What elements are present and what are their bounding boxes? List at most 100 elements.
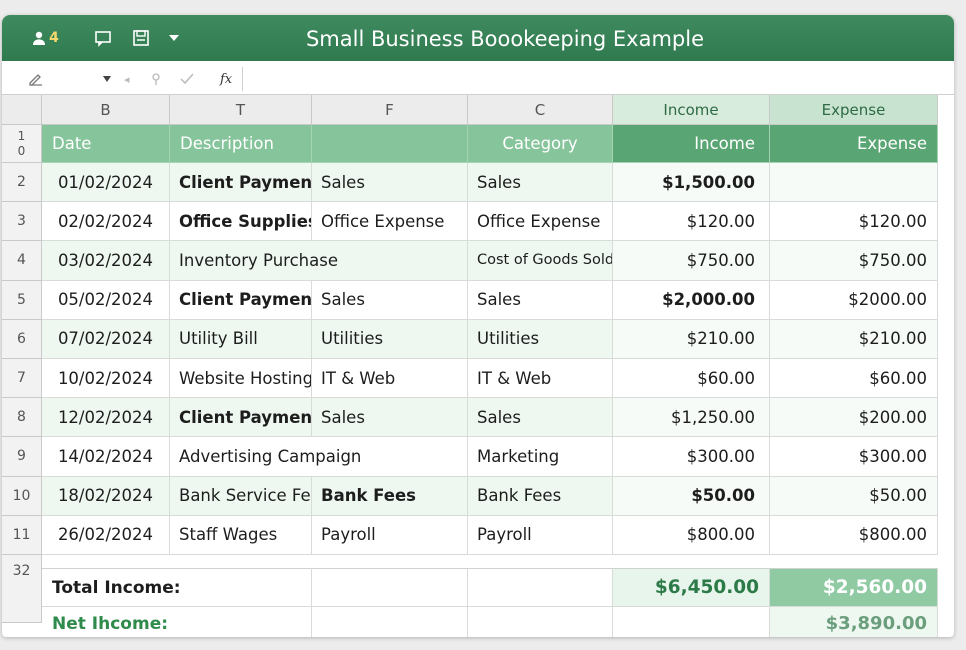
column-header-f[interactable]: F (312, 95, 468, 125)
type-cell[interactable]: Sales (312, 163, 468, 203)
total-expense-value[interactable]: $2,560.00 (770, 568, 938, 607)
income-cell[interactable]: $120.00 (613, 202, 770, 242)
row-header-7[interactable]: 7 (2, 359, 42, 399)
income-cell[interactable]: $300.00 (613, 437, 770, 477)
expense-cell[interactable]: $800.00 (770, 515, 938, 555)
total-empty-cell-f[interactable] (312, 568, 468, 607)
total-income-value[interactable]: $6,450.00 (613, 568, 770, 607)
nav-left-button[interactable]: ◂ (124, 69, 130, 89)
share-users-button[interactable]: 4 (28, 27, 62, 49)
net-income-label[interactable]: Net Ihcome: (42, 607, 312, 637)
name-box-dropdown[interactable] (102, 69, 112, 89)
date-cell[interactable]: 05/02/2024 (42, 280, 170, 320)
quick-access-dropdown[interactable] (164, 27, 184, 49)
total-empty-cell-c[interactable] (468, 568, 613, 607)
net-income-value[interactable]: $3,890.00 (770, 607, 938, 637)
confirm-edit-button[interactable] (180, 69, 194, 89)
row-header-2[interactable]: 2 (2, 163, 42, 203)
date-cell[interactable]: 10/02/2024 (42, 359, 170, 399)
category-cell[interactable]: Sales (468, 398, 613, 438)
header-expense[interactable]: Expense (770, 125, 938, 163)
type-cell[interactable]: IT & Web (312, 359, 468, 399)
income-cell[interactable]: $50.00 (613, 476, 770, 516)
select-all-corner[interactable] (2, 95, 42, 125)
type-cell[interactable]: Sales (312, 280, 468, 320)
category-cell[interactable]: Sales (468, 280, 613, 320)
category-cell[interactable]: Utilities (468, 319, 613, 359)
expense-cell[interactable]: $2000.00 (770, 280, 938, 320)
expense-cell[interactable]: $300.00 (770, 437, 938, 477)
row-header-3[interactable]: 3 (2, 202, 42, 242)
header-blank[interactable] (312, 125, 468, 163)
row-header-9[interactable]: 9 (2, 437, 42, 477)
category-cell[interactable]: IT & Web (468, 359, 613, 399)
type-cell[interactable]: Payroll (312, 515, 468, 555)
category-cell[interactable]: Sales (468, 163, 613, 203)
header-income[interactable]: Income (613, 125, 770, 163)
net-empty-cell-income[interactable] (613, 607, 770, 637)
row-header-6[interactable]: 6 (2, 319, 42, 359)
description-cell[interactable]: Utility Bill (170, 319, 312, 359)
date-cell[interactable]: 03/02/2024 (42, 241, 170, 281)
income-cell[interactable]: $800.00 (613, 515, 770, 555)
row-header-11[interactable]: 11 (2, 515, 42, 555)
row-header-8[interactable]: 8 (2, 398, 42, 438)
comment-button[interactable] (92, 27, 114, 49)
header-description[interactable]: Description (170, 125, 312, 163)
category-cell[interactable]: Office Expense (468, 202, 613, 242)
insert-function-button[interactable]: fx (220, 69, 232, 89)
date-cell[interactable]: 01/02/2024 (42, 163, 170, 203)
row-header-1[interactable]: 1 0 (2, 125, 42, 163)
cancel-edit-button[interactable] (150, 69, 162, 89)
category-cell[interactable]: Marketing (468, 437, 613, 477)
category-cell[interactable]: Bank Fees (468, 476, 613, 516)
name-box[interactable] (28, 69, 44, 89)
type-cell[interactable]: Office Expense (312, 202, 468, 242)
description-cell[interactable]: Website Hosting (170, 359, 312, 399)
date-cell[interactable]: 26/02/2024 (42, 515, 170, 555)
description-cell[interactable]: Bank Service Fee (170, 476, 312, 516)
row-header-32[interactable]: 32 (2, 555, 42, 623)
income-cell[interactable]: $60.00 (613, 359, 770, 399)
description-cell[interactable]: Advertising Campaign (170, 437, 468, 477)
date-cell[interactable]: 18/02/2024 (42, 476, 170, 516)
expense-cell[interactable]: $750.00 (770, 241, 938, 281)
description-cell[interactable]: Inventory Purchase (170, 241, 468, 281)
row-header-10[interactable]: 10 (2, 476, 42, 516)
header-date[interactable]: Date (42, 125, 170, 163)
income-cell[interactable]: $1,250.00 (613, 398, 770, 438)
total-income-label[interactable]: Total Income: (42, 568, 312, 607)
type-cell[interactable]: Bank Fees (312, 476, 468, 516)
description-cell[interactable]: Office Supplies (170, 202, 312, 242)
expense-cell[interactable]: $200.00 (770, 398, 938, 438)
column-header-t[interactable]: T (170, 95, 312, 125)
net-empty-cell-f[interactable] (312, 607, 468, 637)
income-cell[interactable]: $750.00 (613, 241, 770, 281)
column-header-income[interactable]: Income (613, 95, 770, 125)
date-cell[interactable]: 02/02/2024 (42, 202, 170, 242)
income-cell[interactable]: $2,000.00 (613, 280, 770, 320)
row-header-5[interactable]: 5 (2, 280, 42, 320)
expense-cell[interactable]: $60.00 (770, 359, 938, 399)
category-cell[interactable]: Cost of Goods Sold (468, 241, 613, 281)
date-cell[interactable]: 12/02/2024 (42, 398, 170, 438)
income-cell[interactable]: $210.00 (613, 319, 770, 359)
column-header-b[interactable]: B (42, 95, 170, 125)
date-cell[interactable]: 07/02/2024 (42, 319, 170, 359)
row-header-4[interactable]: 4 (2, 241, 42, 281)
description-cell[interactable]: Client Payment (170, 280, 312, 320)
description-cell[interactable]: Client Payment (170, 163, 312, 203)
description-cell[interactable]: Staff Wages (170, 515, 312, 555)
expense-cell[interactable]: $50.00 (770, 476, 938, 516)
date-cell[interactable]: 14/02/2024 (42, 437, 170, 477)
column-header-c[interactable]: C (468, 95, 613, 125)
expense-cell[interactable] (770, 163, 938, 203)
header-category[interactable]: Category (468, 125, 613, 163)
category-cell[interactable]: Payroll (468, 515, 613, 555)
expense-cell[interactable]: $210.00 (770, 319, 938, 359)
net-empty-cell-c[interactable] (468, 607, 613, 637)
type-cell[interactable]: Utilities (312, 319, 468, 359)
save-button[interactable] (130, 27, 152, 49)
expense-cell[interactable]: $120.00 (770, 202, 938, 242)
column-header-expense[interactable]: Expense (770, 95, 938, 125)
